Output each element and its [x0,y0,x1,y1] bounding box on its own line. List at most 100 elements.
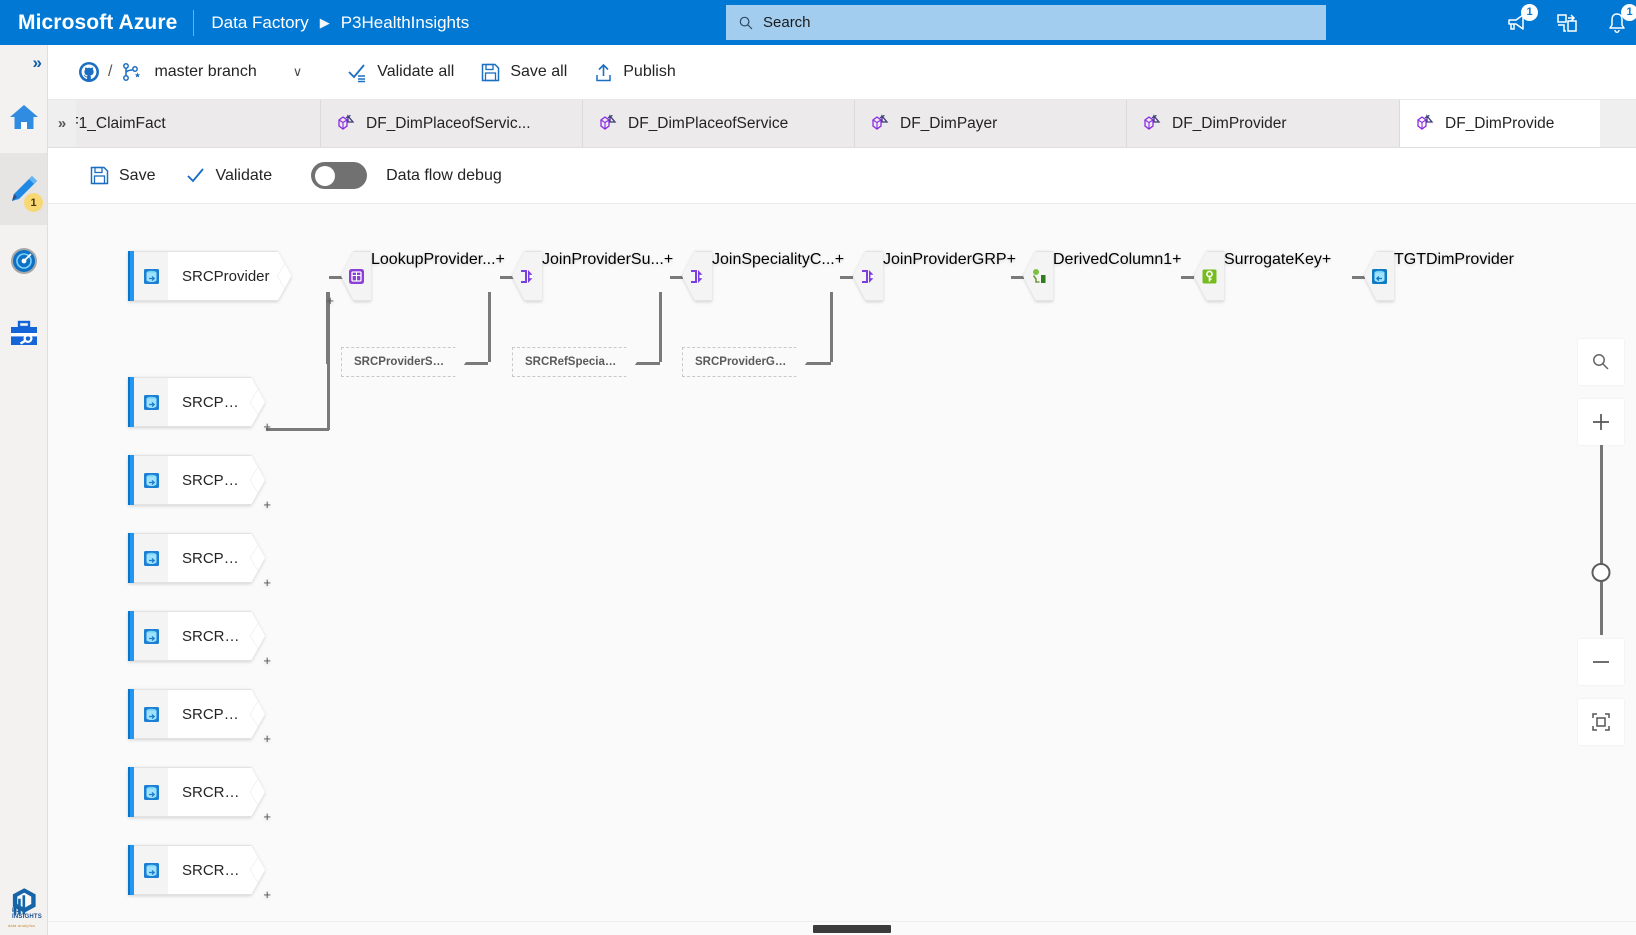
sidebar-item-monitor[interactable] [0,225,47,297]
dataflow-node-srcproviderenr[interactable]: SRCProviderEnr... + [128,689,271,745]
validate-label: Validate [215,166,273,184]
data-flow-debug-toggle[interactable] [311,162,368,189]
breadcrumb: Data Factory ▶ P3HealthInsights [194,13,469,33]
search-placeholder: Search [763,14,811,31]
dataflow-icon [1417,114,1434,130]
search-input[interactable]: Search [726,5,1326,40]
node-icon-box [134,251,168,301]
publish-label: Publish [623,63,676,80]
zoom-slider[interactable] [1578,445,1624,635]
reference-node-srcrefspecialityc[interactable]: SRCRefSpecialityC... [512,347,637,377]
left-sidebar: » 1 P3 INSIGHTS data analytics [0,45,48,935]
dataflow-node-joinspecialityc[interactable]: JoinSpecialityC... + [682,251,844,301]
tab-scroll-left-button[interactable]: » [48,100,76,147]
reference-node-label: SRCProviderSuppl... [354,356,447,368]
node-body: SRCProviderSite [168,533,265,583]
sidebar-item-author[interactable]: 1 [0,153,47,225]
save-all-button[interactable]: Save all [467,52,580,92]
add-branch-icon[interactable]: + [1322,251,1331,301]
source-database-icon [143,268,159,284]
azure-brand[interactable]: Microsoft Azure [0,11,193,35]
dataflow-node-srcprovidersite[interactable]: SRCProviderSite + [128,533,271,589]
canvas-horizontal-scrollbar[interactable] [48,921,1636,935]
node-label: JoinSpecialityC... [712,251,835,268]
add-branch-icon[interactable]: + [263,654,271,667]
sidebar-item-home[interactable] [0,81,47,153]
zoom-in-button[interactable] [1578,399,1624,445]
validate-all-button[interactable]: Validate all [334,52,467,92]
reference-node-srcprovidersuppl[interactable]: SRCProviderSuppl... [341,347,466,377]
sidebar-item-manage[interactable] [0,297,47,369]
scrollbar-thumb[interactable] [813,925,891,933]
tab-df-dimplaceofservice[interactable]: DF_DimPlaceofService [583,100,855,147]
branch-name: master branch [154,63,257,80]
tab-bar: » DF1_ClaimFact DF_DimPlaceofServic... D… [48,100,1636,148]
add-branch-icon[interactable]: + [326,294,334,307]
github-repo-button[interactable]: / master branch [78,61,257,83]
zoom-fit-icon [1592,713,1610,731]
dataflow-node-srcprovidersu[interactable]: SRCProviderSu... + [128,455,271,511]
logo-title: P3 INSIGHTS [12,908,42,920]
zoom-search-button[interactable] [1578,339,1624,385]
monitor-radar-icon [10,248,37,274]
toggle-knob [315,165,336,186]
sink-database-icon [1372,268,1387,284]
node-icon-box [1364,251,1394,301]
save-button[interactable]: Save [76,156,168,196]
add-branch-icon[interactable]: + [263,498,271,511]
add-branch-icon[interactable]: + [664,251,673,301]
connector [830,292,833,362]
tab-df-dimprovider[interactable]: DF_DimProvider [1127,100,1400,147]
dataflow-node-tgtdimprovider[interactable]: TGTDimProvider [1364,251,1531,301]
dataflow-node-joinprovidergrp[interactable]: JoinProviderGRP + [853,251,1016,301]
tab-df-dimpayer[interactable]: DF_DimPayer [855,100,1127,147]
branch-dropdown-chevron-icon[interactable]: ∨ [293,64,303,80]
tab-df1-claimfact[interactable]: DF1_ClaimFact [76,100,321,147]
notifications-button[interactable]: 1 [1602,3,1636,38]
manage-toolbox-icon [10,320,37,345]
add-branch-icon[interactable]: + [835,251,844,301]
join-icon [521,269,534,283]
validate-check-icon [187,168,205,183]
validate-button[interactable]: Validate [172,156,285,196]
zoom-slider-handle[interactable] [1591,563,1611,582]
sidebar-expand-button[interactable]: » [0,45,47,81]
source-database-icon [143,862,159,878]
add-branch-icon[interactable]: + [263,420,271,433]
join-icon [862,269,875,283]
node-icon-box [1194,251,1224,301]
dataflow-node-srcprovider[interactable]: SRCProvider + [128,251,334,307]
node-icon-box [341,251,371,301]
dataflow-node-joinprovidersu[interactable]: JoinProviderSu... + [512,251,673,301]
add-branch-icon[interactable]: + [263,732,271,745]
dataflow-node-surrogatekey[interactable]: SurrogateKey + [1194,251,1354,301]
node-label: SRCRefSpecialit... [182,627,238,645]
dataflow-canvas[interactable]: SRCProvider + LookupProvider... + JoinPr… [48,204,1636,926]
publish-button[interactable]: Publish [580,52,688,92]
zoom-fit-button[interactable] [1578,699,1624,745]
dataflow-node-derivedcolumn1[interactable]: DerivedColumn1 + [1023,251,1183,301]
dataflow-node-srcprovideralti[interactable]: SRCProviderAltI... + [128,377,271,433]
dataflow-node-lookupprovider[interactable]: LookupProvider... + [341,251,505,301]
dataflow-node-srcrefpayerco[interactable]: SRCRefPayerCo... + [128,767,271,823]
node-body: SRCRefProduct... [168,845,265,895]
zoom-in-icon [1593,414,1609,430]
add-branch-icon[interactable]: + [263,810,271,823]
add-branch-icon[interactable]: + [496,251,505,301]
breadcrumb-resource[interactable]: P3HealthInsights [341,13,470,33]
add-branch-icon[interactable]: + [1007,251,1016,301]
add-branch-icon[interactable]: + [263,888,271,901]
announcements-button[interactable]: 1 [1502,3,1538,38]
surrogate-key-icon [1202,269,1217,283]
add-branch-icon[interactable]: + [1172,251,1181,301]
zoom-out-button[interactable] [1578,639,1624,685]
dataflow-node-srcrefspecialit[interactable]: SRCRefSpecialit... + [128,611,271,667]
tab-df-dimprovide-active[interactable]: DF_DimProvide [1400,100,1600,147]
reference-node-srcprovidergrp[interactable]: SRCProviderGRP [682,347,807,377]
cloud-shell-button[interactable] [1552,8,1582,38]
zoom-search-icon [1593,354,1609,370]
add-branch-icon[interactable]: + [263,576,271,589]
tab-df-dimplaceofservic-1[interactable]: DF_DimPlaceofServic... [321,100,583,147]
dataflow-node-srcrefproduct[interactable]: SRCRefProduct... + [128,845,271,901]
breadcrumb-service[interactable]: Data Factory [211,13,308,33]
